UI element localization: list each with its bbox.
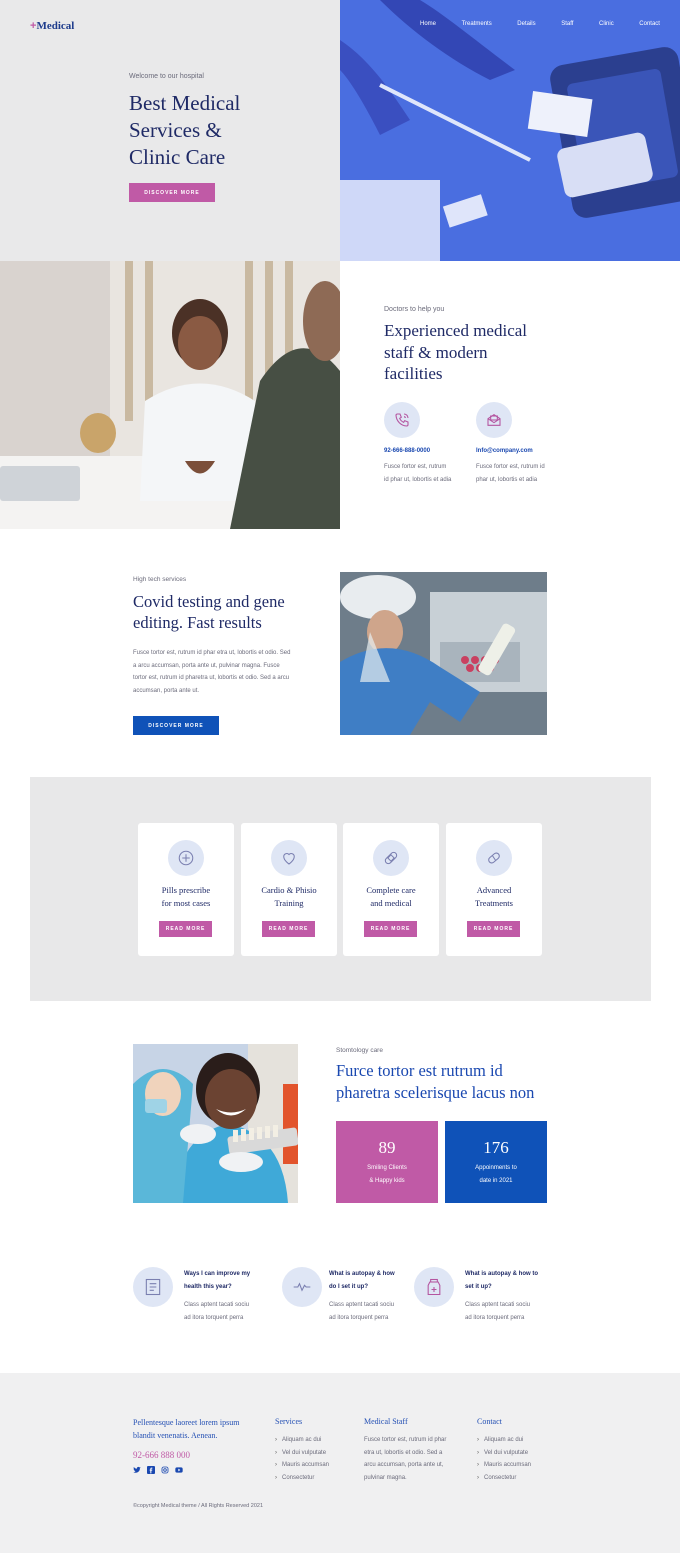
stat-number: 89 <box>378 1138 396 1157</box>
nav-treatments[interactable]: Treatments <box>462 21 492 27</box>
stat-smiling-clients: 89 Smiling Clients & Happy kids <box>336 1121 438 1203</box>
hero-image <box>340 0 680 261</box>
footer-staff-title: Medical Staff <box>364 1417 408 1426</box>
heart-icon <box>271 840 307 876</box>
pill-icon <box>476 840 512 876</box>
services-section <box>30 777 651 1001</box>
pulse-icon <box>282 1267 322 1307</box>
instagram-icon[interactable] <box>161 1466 169 1474</box>
footer-phone[interactable]: 92-666 888 000 <box>133 1450 190 1460</box>
footer-link[interactable]: Vel dui vulputate <box>477 1447 531 1460</box>
covid-eyebrow: High tech services <box>133 576 187 583</box>
youtube-icon[interactable] <box>175 1466 183 1474</box>
hero-eyebrow: Welcome to our hospital <box>129 73 204 80</box>
stat-label: Appoinments to date in 2021 <box>475 1165 517 1184</box>
email-description: Fusce fortor est, rutrum id phar ut, lob… <box>476 464 545 483</box>
footer-link[interactable]: Consectetur <box>477 1472 531 1485</box>
faq-text: Class aptent tacati sociu ad itora torqu… <box>329 1302 395 1321</box>
medicine-bottle-icon <box>414 1267 454 1307</box>
bandage-icon <box>373 840 409 876</box>
stat-number: 176 <box>483 1138 509 1157</box>
stat-appointments: 176 Appoinments to date in 2021 <box>445 1121 547 1203</box>
service-card-title: Advanced Treatments <box>475 885 513 908</box>
footer-link[interactable]: Mauris accumsan <box>275 1459 329 1472</box>
footer-services-list: Aliquam ac dui Vel dui vulputate Mauris … <box>275 1434 329 1484</box>
main-nav: Home Treatments Details Staff Clinic Con… <box>420 21 660 27</box>
footer <box>0 1373 680 1553</box>
nav-clinic[interactable]: Clinic <box>599 21 614 27</box>
document-icon <box>133 1267 173 1307</box>
footer-contact-title: Contact <box>477 1417 502 1426</box>
social-links <box>133 1466 183 1474</box>
dental-eyebrow: Stomtology care <box>336 1047 383 1054</box>
read-more-button[interactable]: READ MORE <box>467 921 520 937</box>
service-card-cardio[interactable]: Cardio & Phisio Training READ MORE <box>241 823 337 956</box>
doctor-image <box>0 261 340 529</box>
faq-title[interactable]: Ways I can improve my health this year? <box>184 1268 250 1293</box>
faq-text: Class aptent tacati sociu ad itora torqu… <box>184 1302 250 1321</box>
hero-title: Best Medical Services & Clinic Care <box>129 91 241 169</box>
footer-link[interactable]: Consectetur <box>275 1472 329 1485</box>
footer-tagline: Pellentesque laoreet lorem ipsum blandit… <box>133 1418 240 1440</box>
footer-link[interactable]: Aliquam ac dui <box>477 1434 531 1447</box>
doctors-eyebrow: Doctors to help you <box>384 306 445 313</box>
twitter-icon[interactable] <box>133 1466 141 1474</box>
footer-link[interactable]: Mauris accumsan <box>477 1459 531 1472</box>
phone-description: Fusce fortor est, rutrum id phar ut, lob… <box>384 464 452 483</box>
stat-label: Smiling Clients & Happy kids <box>367 1165 407 1184</box>
covid-discover-button[interactable]: DISCOVER MORE <box>133 716 219 735</box>
service-card-title: Cardio & Phisio Training <box>261 885 317 908</box>
nav-staff[interactable]: Staff <box>561 21 573 27</box>
footer-link[interactable]: Aliquam ac dui <box>275 1434 329 1447</box>
lab-image <box>340 572 547 735</box>
service-card-title: Complete care and medical <box>366 885 416 908</box>
dental-title: Furce tortor est rutrum id pharetra scel… <box>336 1061 535 1102</box>
mail-icon[interactable] <box>476 402 512 438</box>
dental-image <box>133 1044 298 1203</box>
read-more-button[interactable]: READ MORE <box>262 921 315 937</box>
service-card-title: Pills prescribe for most cases <box>161 885 211 908</box>
footer-staff-text: Fusce tortor est, rutrum id phar etra ut… <box>364 1437 447 1481</box>
faq-text: Class aptent tacati sociu ad itora torqu… <box>465 1302 531 1321</box>
faq-title[interactable]: What is autopay & how do I set it up? <box>329 1268 395 1293</box>
covid-paragraph: Fusce tortor est, rutrum id phar etra ut… <box>133 650 291 694</box>
facebook-icon[interactable] <box>147 1466 155 1474</box>
covid-title: Covid testing and gene editing. Fast res… <box>133 592 285 632</box>
service-card-care[interactable]: Complete care and medical READ MORE <box>343 823 439 956</box>
logo[interactable]: +Medical <box>30 20 74 32</box>
service-card-pills[interactable]: Pills prescribe for most cases READ MORE <box>138 823 234 956</box>
read-more-button[interactable]: READ MORE <box>364 921 417 937</box>
doctors-title: Experienced medical staff & modern facil… <box>384 321 528 383</box>
faq-title[interactable]: What is autopay & how to set it up? <box>465 1268 538 1293</box>
read-more-button[interactable]: READ MORE <box>159 921 212 937</box>
nav-contact[interactable]: Contact <box>639 21 660 27</box>
phone-number[interactable]: 92-666-888-0000 <box>384 448 430 454</box>
footer-link[interactable]: Vel dui vulputate <box>275 1447 329 1460</box>
nav-details[interactable]: Details <box>517 21 535 27</box>
email-address[interactable]: Info@company.com <box>476 448 533 454</box>
service-card-advanced[interactable]: Advanced Treatments READ MORE <box>446 823 542 956</box>
plus-circle-icon <box>168 840 204 876</box>
copyright: ©copyright Medical theme / All Rights Re… <box>133 1503 264 1509</box>
footer-contact-list: Aliquam ac dui Vel dui vulputate Mauris … <box>477 1434 531 1484</box>
phone-icon[interactable] <box>384 402 420 438</box>
nav-home[interactable]: Home <box>420 21 436 27</box>
hero-discover-button[interactable]: DISCOVER MORE <box>129 183 215 202</box>
footer-services-title: Services <box>275 1417 303 1426</box>
